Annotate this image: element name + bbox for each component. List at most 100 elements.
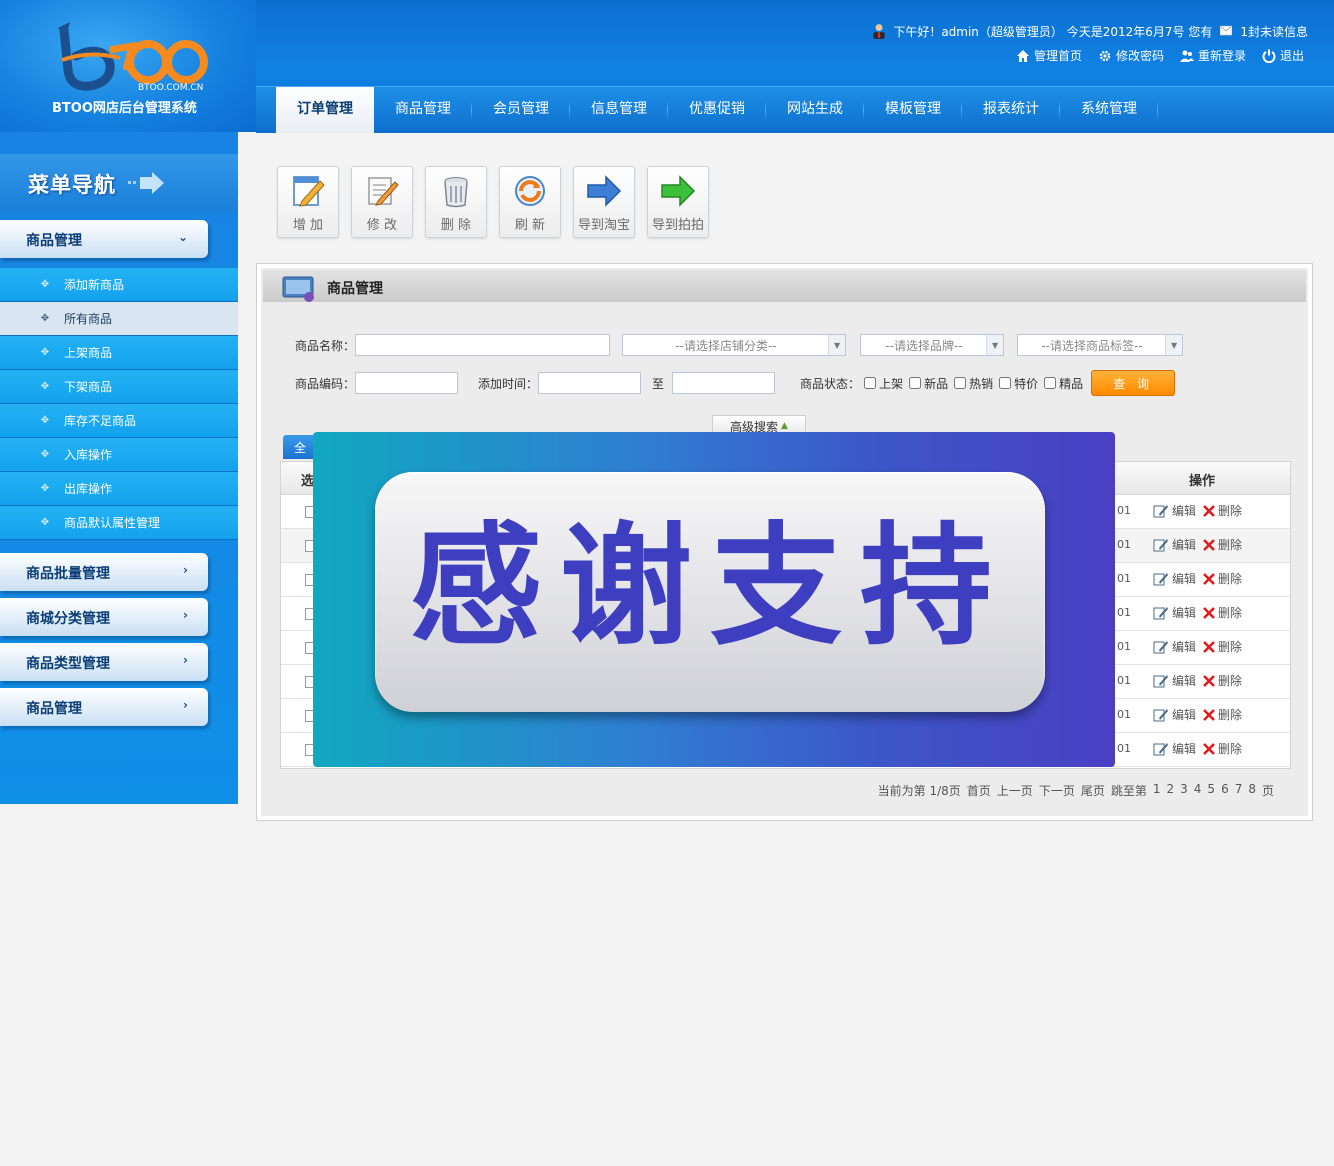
delete-button[interactable]: 删 除	[425, 166, 487, 238]
status-hot-checkbox[interactable]: 热销	[954, 375, 993, 392]
row-edit-link[interactable]: 编辑	[1153, 638, 1196, 655]
pager-page-number[interactable]: 8	[1248, 782, 1256, 799]
refresh-button[interactable]: 刷 新	[499, 166, 561, 238]
menu-group-batch-management[interactable]: 商品批量管理 ›	[0, 553, 208, 591]
row-delete-link[interactable]: 删除	[1203, 570, 1242, 587]
pager-page-number[interactable]: 4	[1194, 782, 1202, 799]
row-edit-link[interactable]: 编辑	[1153, 502, 1196, 519]
product-name-input[interactable]	[355, 334, 611, 356]
row-code-fragment: 01	[1117, 674, 1131, 687]
tab-promotions[interactable]: 优惠促销	[668, 87, 766, 133]
add-time-from-input[interactable]	[538, 372, 642, 394]
pager-last[interactable]: 尾页	[1081, 782, 1105, 799]
tab-reports[interactable]: 报表统计	[962, 87, 1060, 133]
sidebar-title: 菜单导航	[28, 173, 116, 197]
pager-page-number[interactable]: 7	[1235, 782, 1243, 799]
edit-button[interactable]: 修 改	[351, 166, 413, 238]
tab-order-management[interactable]: 订单管理	[276, 87, 374, 133]
add-icon	[293, 176, 325, 207]
chevron-right-icon: ›	[183, 563, 188, 577]
row-delete-link[interactable]: 删除	[1203, 740, 1242, 757]
row-code-fragment: 01	[1117, 742, 1131, 755]
sidebar-item-label: 下架商品	[64, 380, 113, 394]
add-time-to-input[interactable]	[672, 372, 776, 394]
status-new-checkbox[interactable]: 新品	[909, 375, 948, 392]
status-special-checkbox[interactable]: 特价	[999, 375, 1038, 392]
pager-page-number[interactable]: 3	[1180, 782, 1188, 799]
row-code-fragment: 01	[1117, 708, 1131, 721]
export-taobao-button[interactable]: 导到淘宝	[573, 166, 635, 238]
product-name-label: 商品名称：	[295, 338, 356, 353]
checkbox-icon[interactable]	[864, 377, 877, 389]
unread-messages-link[interactable]: 1封未读信息	[1240, 23, 1308, 40]
menu-group-category-management[interactable]: 商城分类管理 ›	[0, 598, 208, 636]
change-password-link[interactable]: 修改密码	[1098, 47, 1164, 64]
sidebar-item-label: 上架商品	[64, 346, 113, 360]
row-delete-link[interactable]: 删除	[1203, 638, 1242, 655]
checkbox-icon[interactable]	[909, 377, 922, 389]
pager-page-number[interactable]: 6	[1221, 782, 1229, 799]
brand-select[interactable]: --请选择品牌-- ▼	[860, 334, 1005, 356]
menu-group-product-management[interactable]: 商品管理 ⌄	[0, 220, 208, 258]
edit-icon	[368, 177, 399, 206]
tab-member-management[interactable]: 会员管理	[472, 87, 570, 133]
row-edit-link[interactable]: 编辑	[1153, 604, 1196, 621]
row-delete-link[interactable]: 删除	[1203, 502, 1242, 519]
logout-link[interactable]: 退出	[1262, 47, 1304, 64]
row-edit-link[interactable]: 编辑	[1153, 536, 1196, 553]
pager-page-number[interactable]: 5	[1207, 782, 1215, 799]
checkbox-icon[interactable]	[954, 377, 967, 389]
select-all-button[interactable]: 全	[283, 435, 317, 459]
menu-group-product-management-2[interactable]: 商品管理 ›	[0, 688, 208, 726]
row-delete-link[interactable]: 删除	[1203, 604, 1242, 621]
sidebar-item-stock-out[interactable]: ✥ 出库操作	[0, 472, 238, 506]
sidebar-item-on-shelf[interactable]: ✥ 上架商品	[0, 336, 238, 370]
relogin-link[interactable]: 重新登录	[1179, 47, 1246, 64]
menu-group-type-management[interactable]: 商品类型管理 ›	[0, 643, 208, 681]
checkbox-icon[interactable]	[999, 377, 1012, 389]
product-code-input[interactable]	[355, 372, 459, 394]
status-premium-checkbox[interactable]: 精品	[1044, 375, 1083, 392]
export-paipai-button[interactable]: 导到拍拍	[647, 166, 709, 238]
row-delete-link[interactable]: 删除	[1203, 536, 1242, 553]
mail-icon[interactable]	[1218, 25, 1234, 37]
row-edit-link[interactable]: 编辑	[1153, 672, 1196, 689]
close-icon	[1203, 572, 1215, 585]
status-on-shelf-checkbox[interactable]: 上架	[864, 375, 903, 392]
sidebar-item-low-stock[interactable]: ✥ 库存不足商品	[0, 404, 238, 438]
row-edit-link[interactable]: 编辑	[1153, 570, 1196, 587]
tab-info-management[interactable]: 信息管理	[570, 87, 668, 133]
shop-category-select[interactable]: --请选择店铺分类-- ▼	[622, 334, 847, 356]
edit-icon	[1153, 640, 1168, 653]
pager-next[interactable]: 下一页	[1039, 782, 1075, 799]
sidebar: 菜单导航 商品管理 ⌄ ✥ 添加新商品 ✥ 所有商品 ✥ 上架商品 ✥ 下架商品 ✥ 库存…	[0, 132, 238, 804]
sidebar-item-default-attributes[interactable]: ✥ 商品默认属性管理	[0, 506, 238, 540]
query-button[interactable]: 查 询	[1091, 370, 1176, 396]
tab-product-management[interactable]: 商品管理	[374, 87, 472, 133]
pager-page-number[interactable]: 2	[1167, 782, 1175, 799]
row-delete-link[interactable]: 删除	[1203, 672, 1242, 689]
row-delete-link[interactable]: 删除	[1203, 706, 1242, 723]
pager-page-number[interactable]: 1	[1153, 782, 1161, 799]
row-edit-link[interactable]: 编辑	[1153, 706, 1196, 723]
tab-site-generation[interactable]: 网站生成	[766, 87, 864, 133]
sidebar-item-off-shelf[interactable]: ✥ 下架商品	[0, 370, 238, 404]
row-edit-link[interactable]: 编辑	[1153, 740, 1196, 757]
tab-template-management[interactable]: 模板管理	[864, 87, 962, 133]
arrow-right-green-icon	[661, 175, 696, 207]
edit-icon	[1153, 504, 1168, 517]
add-button[interactable]: 增 加	[277, 166, 339, 238]
brand-placeholder: --请选择品牌--	[885, 338, 963, 353]
bullet-icon: ✥	[40, 313, 50, 324]
admin-home-link[interactable]: 管理首页	[1016, 47, 1082, 64]
edit-label: 修 改	[366, 218, 398, 233]
sidebar-item-stock-in[interactable]: ✥ 入库操作	[0, 438, 238, 472]
product-tag-select[interactable]: --请选择商品标签-- ▼	[1017, 334, 1184, 356]
tab-system-management[interactable]: 系统管理	[1060, 87, 1158, 133]
sidebar-item-all-products[interactable]: ✥ 所有商品	[0, 302, 238, 336]
sidebar-item-add-product[interactable]: ✥ 添加新商品	[0, 268, 238, 302]
pager-first[interactable]: 首页	[967, 782, 991, 799]
add-time-label: 添加时间：	[478, 376, 539, 391]
checkbox-icon[interactable]	[1044, 377, 1057, 389]
pager-prev[interactable]: 上一页	[997, 782, 1033, 799]
